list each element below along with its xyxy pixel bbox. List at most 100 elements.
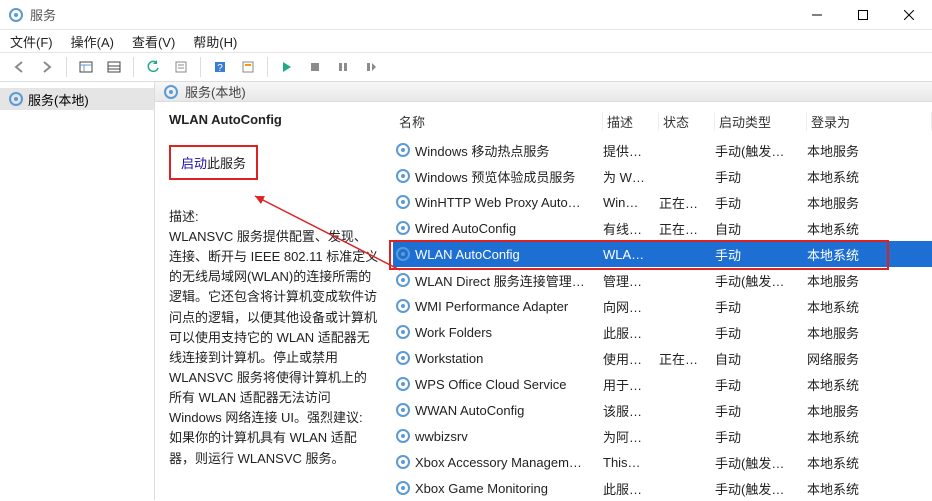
cell-desc: 此服… (603, 479, 659, 498)
gear-icon (395, 220, 411, 236)
cell-logon: 本地系统 (807, 245, 932, 264)
main-split: 服务(本地) 服务(本地) WLAN AutoConfig 启动此服务 描述: … (0, 82, 932, 500)
cell-desc: 向网… (603, 297, 659, 316)
cell-logon: 本地服务 (807, 193, 932, 212)
gear-icon (395, 454, 411, 470)
col-startup[interactable]: 启动类型 (715, 112, 807, 131)
pane-header-label: 服务(本地) (185, 82, 246, 101)
cell-startup: 自动 (715, 219, 807, 238)
start-service-button[interactable] (276, 56, 298, 78)
minimize-button[interactable] (794, 0, 840, 30)
table-row[interactable]: WWAN AutoConfig该服…手动本地服务 (393, 397, 932, 423)
col-status[interactable]: 状态 (659, 112, 715, 131)
cell-desc: 用于… (603, 375, 659, 394)
table-row[interactable]: Windows 预览体验成员服务为 W…手动本地系统 (393, 163, 932, 189)
service-list: 名称 描述 状态 启动类型 登录为 Windows 移动热点服务提供…手动(触发… (393, 112, 932, 501)
table-row[interactable]: wwbizsrv 为阿… 手动本地系统 (393, 423, 932, 449)
back-button[interactable] (8, 56, 30, 78)
service-name: Windows 移动热点服务 (415, 141, 549, 160)
toolbar: ? (0, 52, 932, 82)
cell-desc: This… (603, 455, 659, 470)
service-title: WLAN AutoConfig (169, 112, 379, 127)
gear-icon (395, 350, 411, 366)
cell-startup: 手动 (715, 193, 807, 212)
gear-icon (395, 142, 411, 158)
description-label: 描述: (169, 206, 379, 225)
service-name: WMI Performance Adapter (415, 299, 568, 314)
service-name: wwbizsrv (415, 429, 468, 444)
cell-startup: 手动 (715, 297, 807, 316)
table-row[interactable]: Windows 移动热点服务提供…手动(触发…本地服务 (393, 137, 932, 163)
toolbar-separator (267, 57, 268, 77)
table-row[interactable]: WLAN AutoConfigWLA…手动本地系统 (393, 241, 932, 267)
service-name: Workstation (415, 351, 483, 366)
cell-logon: 本地服务 (807, 323, 932, 342)
gear-icon (395, 428, 411, 444)
cell-startup: 手动(触发… (715, 453, 807, 472)
restart-service-button[interactable] (360, 56, 382, 78)
menu-file[interactable]: 文件(F) (10, 32, 53, 51)
col-name[interactable]: 名称 (395, 112, 603, 131)
table-row[interactable]: Wired AutoConfig有线…正在…自动本地系统 (393, 215, 932, 241)
tree-root-label: 服务(本地) (28, 90, 89, 109)
cell-startup: 手动(触发… (715, 479, 807, 498)
stop-service-button[interactable] (304, 56, 326, 78)
gear-icon (395, 402, 411, 418)
cell-logon: 本地系统 (807, 167, 932, 186)
refresh-button[interactable] (142, 56, 164, 78)
table-row[interactable]: Xbox Game Monitoring此服…手动(触发…本地系统 (393, 475, 932, 501)
gear-icon (395, 246, 411, 262)
table-row[interactable]: WinHTTP Web Proxy Auto…Win…正在…手动本地服务 (393, 189, 932, 215)
close-button[interactable] (886, 0, 932, 30)
start-service-link[interactable]: 启动 (181, 156, 207, 171)
start-suffix: 此服务 (207, 156, 246, 171)
table-row[interactable]: WPS Office Cloud Service用于…手动本地系统 (393, 371, 932, 397)
right-pane: 服务(本地) WLAN AutoConfig 启动此服务 描述: WLANSVC… (155, 82, 932, 500)
table-row[interactable]: WLAN Direct 服务连接管理…管理…手动(触发…本地服务 (393, 267, 932, 293)
service-rows: Windows 移动热点服务提供…手动(触发…本地服务Windows 预览体验成… (393, 137, 932, 501)
cell-desc: Win… (603, 195, 659, 210)
forward-button[interactable] (36, 56, 58, 78)
cell-desc: 该服… (603, 401, 659, 420)
pause-service-button[interactable] (332, 56, 354, 78)
service-name: WinHTTP Web Proxy Auto… (415, 195, 581, 210)
menu-action[interactable]: 操作(A) (71, 32, 114, 51)
table-row[interactable]: Workstation使用…正在…自动网络服务 (393, 345, 932, 371)
cell-startup: 手动(触发… (715, 271, 807, 290)
cell-logon: 本地系统 (807, 375, 932, 394)
col-logon[interactable]: 登录为 (807, 112, 932, 131)
cell-logon: 本地系统 (807, 479, 932, 498)
cell-logon: 本地系统 (807, 297, 932, 316)
service-name: WWAN AutoConfig (415, 403, 524, 418)
gear-icon (395, 480, 411, 496)
show-hide-tree-button[interactable] (75, 56, 97, 78)
toolbar-separator (133, 57, 134, 77)
cell-logon: 本地系统 (807, 427, 932, 446)
cell-startup: 手动 (715, 375, 807, 394)
gear-icon (395, 272, 411, 288)
tree-root-services-local[interactable]: 服务(本地) (0, 88, 154, 110)
cell-startup: 手动 (715, 427, 807, 446)
toolbar-separator (200, 57, 201, 77)
properties-button[interactable] (170, 56, 192, 78)
cell-startup: 手动 (715, 323, 807, 342)
service-name: Windows 预览体验成员服务 (415, 167, 575, 186)
menu-help[interactable]: 帮助(H) (193, 32, 237, 51)
description-text: WLANSVC 服务提供配置、发现、连接、断开与 IEEE 802.11 标准定… (169, 227, 379, 469)
properties-button-2[interactable] (237, 56, 259, 78)
menu-view[interactable]: 查看(V) (132, 32, 175, 51)
table-row[interactable]: Xbox Accessory Managem…This…手动(触发…本地系统 (393, 449, 932, 475)
table-row[interactable]: WMI Performance Adapter 向网… 手动本地系统 (393, 293, 932, 319)
cell-startup: 手动 (715, 167, 807, 186)
help-button[interactable]: ? (209, 56, 231, 78)
cell-desc: 为阿… (603, 427, 659, 446)
gear-icon (395, 376, 411, 392)
service-name: Wired AutoConfig (415, 221, 516, 236)
maximize-button[interactable] (840, 0, 886, 30)
col-desc[interactable]: 描述 (603, 112, 659, 131)
table-row[interactable]: Work Folders此服…手动本地服务 (393, 319, 932, 345)
service-name: Work Folders (415, 325, 492, 340)
export-list-button[interactable] (103, 56, 125, 78)
gear-icon (8, 91, 24, 107)
gear-icon (395, 324, 411, 340)
